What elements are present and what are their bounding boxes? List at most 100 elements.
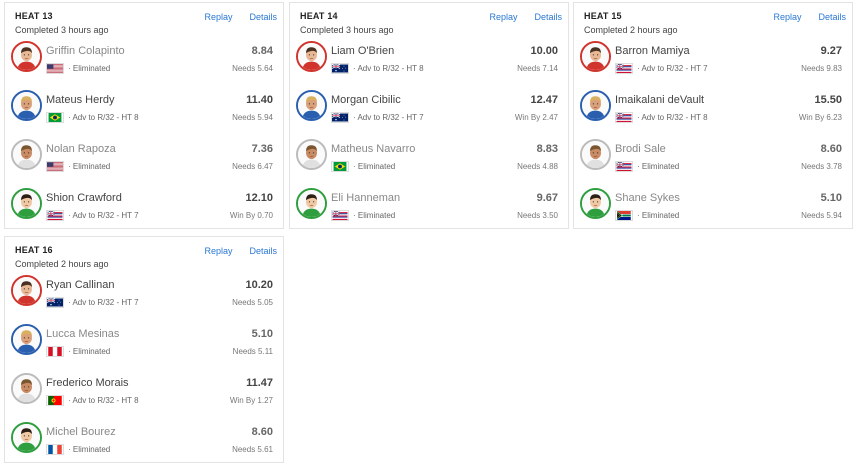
athlete-row[interactable]: Liam O'Brien · Adv to R/32 - HT 8 10.00 Nee… [290, 39, 568, 88]
athlete-avatar [580, 41, 611, 72]
fra-flag-icon [46, 444, 64, 455]
details-link[interactable]: Details [249, 12, 277, 22]
athlete-score: 9.27 [820, 45, 842, 57]
aus-flag-icon [331, 112, 349, 123]
athlete-row[interactable]: Lucca Mesinas · Eliminated 5.10 Needs 5.11 [5, 322, 283, 371]
athlete-name[interactable]: Mateus Herdy [46, 94, 114, 106]
haw-flag-icon [331, 210, 349, 221]
heat-card: HEAT 15 Completed 2 hours ago Replay Deta… [573, 2, 853, 229]
athlete-avatar [580, 188, 611, 219]
athlete-avatar [11, 275, 42, 306]
athlete-row[interactable]: Shane Sykes · Eliminated 5.10 Needs 5.94 [574, 186, 852, 235]
athlete-row[interactable]: Eli Hanneman · Eliminated 9.67 Needs 3.50 [290, 186, 568, 235]
athlete-name[interactable]: Shane Sykes [615, 192, 680, 204]
athlete-name[interactable]: Griffin Colapinto [46, 45, 125, 57]
heat-status: Completed 3 hours ago [15, 25, 109, 35]
haw-flag-icon [615, 112, 633, 123]
usa-flag-icon [46, 63, 64, 74]
heat-card: HEAT 13 Completed 3 hours ago Replay Deta… [4, 2, 284, 229]
athlete-score: 7.36 [251, 143, 273, 155]
athlete-result: · Eliminated [68, 64, 111, 73]
athlete-name[interactable]: Barron Mamiya [615, 45, 690, 57]
athlete-result: · Adv to R/32 - HT 8 [353, 64, 424, 73]
athlete-needs: Needs 5.94 [801, 211, 842, 220]
athlete-avatar [11, 90, 42, 121]
bra-flag-icon [46, 112, 64, 123]
athlete-result: · Adv to R/32 - HT 7 [637, 64, 708, 73]
athlete-needs: Needs 3.50 [517, 211, 558, 220]
athlete-needs: Needs 4.88 [517, 162, 558, 171]
athlete-result: · Eliminated [68, 347, 111, 356]
athlete-avatar [580, 90, 611, 121]
por-flag-icon [46, 395, 64, 406]
athlete-row[interactable]: Shion Crawford · Adv to R/32 - HT 7 12.10 W… [5, 186, 283, 235]
athlete-score: 5.10 [251, 328, 273, 340]
details-link[interactable]: Details [249, 246, 277, 256]
athlete-name[interactable]: Lucca Mesinas [46, 328, 119, 340]
athlete-name[interactable]: Imaikalani deVault [615, 94, 704, 106]
athlete-list: Liam O'Brien · Adv to R/32 - HT 8 10.00 Nee… [290, 39, 568, 235]
athlete-name[interactable]: Nolan Rapoza [46, 143, 116, 155]
athlete-avatar [11, 41, 42, 72]
athlete-score: 8.84 [251, 45, 273, 57]
athlete-result: · Adv to R/32 - HT 8 [637, 113, 708, 122]
athlete-row[interactable]: Barron Mamiya · Adv to R/32 - HT 7 9.27 Nee… [574, 39, 852, 88]
athlete-result: · Eliminated [353, 211, 396, 220]
athlete-name[interactable]: Liam O'Brien [331, 45, 394, 57]
aus-flag-icon [46, 297, 64, 308]
athlete-avatar [11, 373, 42, 404]
heat-card: HEAT 14 Completed 3 hours ago Replay Deta… [289, 2, 569, 229]
details-link[interactable]: Details [818, 12, 846, 22]
replay-link[interactable]: Replay [204, 246, 232, 256]
athlete-name[interactable]: Morgan Cibilic [331, 94, 401, 106]
heat-links: Replay Details [187, 12, 277, 22]
athlete-avatar [296, 188, 327, 219]
heat-status: Completed 2 hours ago [15, 259, 109, 269]
athlete-name[interactable]: Shion Crawford [46, 192, 122, 204]
athlete-row[interactable]: Mateus Herdy · Adv to R/32 - HT 8 11.40 Nee… [5, 88, 283, 137]
athlete-score: 8.60 [820, 143, 842, 155]
athlete-result: · Adv to R/32 - HT 8 [68, 396, 139, 405]
athlete-needs: Needs 5.64 [232, 64, 273, 73]
athlete-needs: Needs 5.94 [232, 113, 273, 122]
replay-link[interactable]: Replay [204, 12, 232, 22]
athlete-name[interactable]: Frederico Morais [46, 377, 129, 389]
athlete-row[interactable]: Matheus Navarro · Eliminated 8.83 Needs 4.8… [290, 137, 568, 186]
athlete-needs: Needs 9.83 [801, 64, 842, 73]
heat-header: HEAT 15 Completed 2 hours ago Replay Deta… [574, 3, 852, 39]
athlete-name[interactable]: Brodi Sale [615, 143, 666, 155]
athlete-row[interactable]: Morgan Cibilic · Adv to R/32 - HT 7 12.47 W… [290, 88, 568, 137]
athlete-row[interactable]: Griffin Colapinto · Eliminated 8.84 Needs 5… [5, 39, 283, 88]
athlete-name[interactable]: Eli Hanneman [331, 192, 400, 204]
athlete-result: · Eliminated [68, 162, 111, 171]
heat-header: HEAT 14 Completed 3 hours ago Replay Deta… [290, 3, 568, 39]
athlete-row[interactable]: Michel Bourez · Eliminated 8.60 Needs 5.61 [5, 420, 283, 469]
athlete-needs: Win By 0.70 [229, 211, 273, 220]
athlete-avatar [296, 90, 327, 121]
athlete-name[interactable]: Matheus Navarro [331, 143, 415, 155]
athlete-name[interactable]: Michel Bourez [46, 426, 116, 438]
athlete-needs: Win By 6.23 [798, 113, 842, 122]
heat-links: Replay Details [472, 12, 562, 22]
heat-card: HEAT 16 Completed 2 hours ago Replay Deta… [4, 236, 284, 463]
athlete-score: 8.60 [251, 426, 273, 438]
athlete-avatar [296, 41, 327, 72]
athlete-result: · Eliminated [637, 162, 680, 171]
athlete-row[interactable]: Imaikalani deVault · Adv to R/32 - HT 8 15… [574, 88, 852, 137]
athlete-avatar [580, 139, 611, 170]
replay-link[interactable]: Replay [773, 12, 801, 22]
athlete-list: Barron Mamiya · Adv to R/32 - HT 7 9.27 Nee… [574, 39, 852, 235]
athlete-name[interactable]: Ryan Callinan [46, 279, 114, 291]
haw-flag-icon [615, 161, 633, 172]
athlete-row[interactable]: Nolan Rapoza · Eliminated 7.36 Needs 6.47 [5, 137, 283, 186]
athlete-row[interactable]: Frederico Morais · Adv to R/32 - HT 8 11.4… [5, 371, 283, 420]
athlete-needs: Needs 3.78 [801, 162, 842, 171]
athlete-list: Griffin Colapinto · Eliminated 8.84 Needs 5… [5, 39, 283, 235]
athlete-row[interactable]: Ryan Callinan · Adv to R/32 - HT 7 10.20 Ne… [5, 273, 283, 322]
athlete-needs: Needs 7.14 [517, 64, 558, 73]
replay-link[interactable]: Replay [489, 12, 517, 22]
athlete-score: 10.00 [530, 45, 558, 57]
athlete-row[interactable]: Brodi Sale · Eliminated 8.60 Needs 3.78 [574, 137, 852, 186]
details-link[interactable]: Details [534, 12, 562, 22]
athlete-result: · Eliminated [637, 211, 680, 220]
